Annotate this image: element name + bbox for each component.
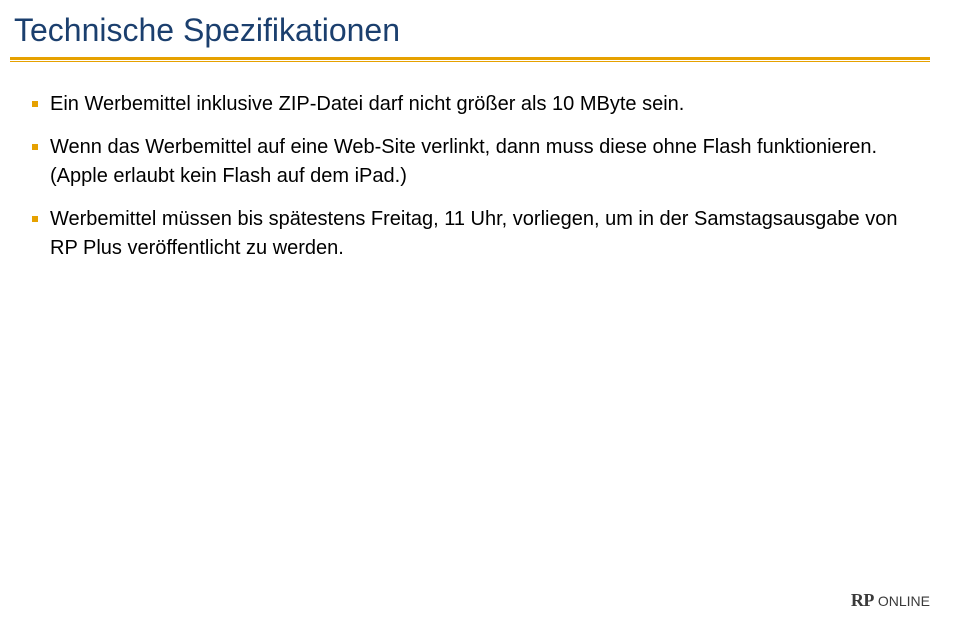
bullet-marker-icon xyxy=(32,101,38,107)
bullet-marker-icon xyxy=(32,216,38,222)
bullet-item: Ein Werbemittel inklusive ZIP-Datei darf… xyxy=(32,90,920,119)
bullet-marker-icon xyxy=(32,144,38,150)
bullet-text: Werbemittel müssen bis spätestens Freita… xyxy=(50,205,920,263)
title-underline xyxy=(10,57,930,62)
slide-container: Technische Spezifikationen Ein Werbemitt… xyxy=(0,0,960,629)
bullet-text: Wenn das Werbemittel auf eine Web-Site v… xyxy=(50,133,920,191)
bullet-item: Wenn das Werbemittel auf eine Web-Site v… xyxy=(32,133,920,191)
footer-logo: RP ONLINE xyxy=(851,590,930,611)
logo-rp-text: RP xyxy=(851,590,874,611)
bullet-item: Werbemittel müssen bis spätestens Freita… xyxy=(32,205,920,263)
page-title: Technische Spezifikationen xyxy=(10,12,930,49)
logo-online-text: ONLINE xyxy=(878,593,930,609)
bullet-text: Ein Werbemittel inklusive ZIP-Datei darf… xyxy=(50,90,920,119)
content-area: Ein Werbemittel inklusive ZIP-Datei darf… xyxy=(10,90,930,263)
